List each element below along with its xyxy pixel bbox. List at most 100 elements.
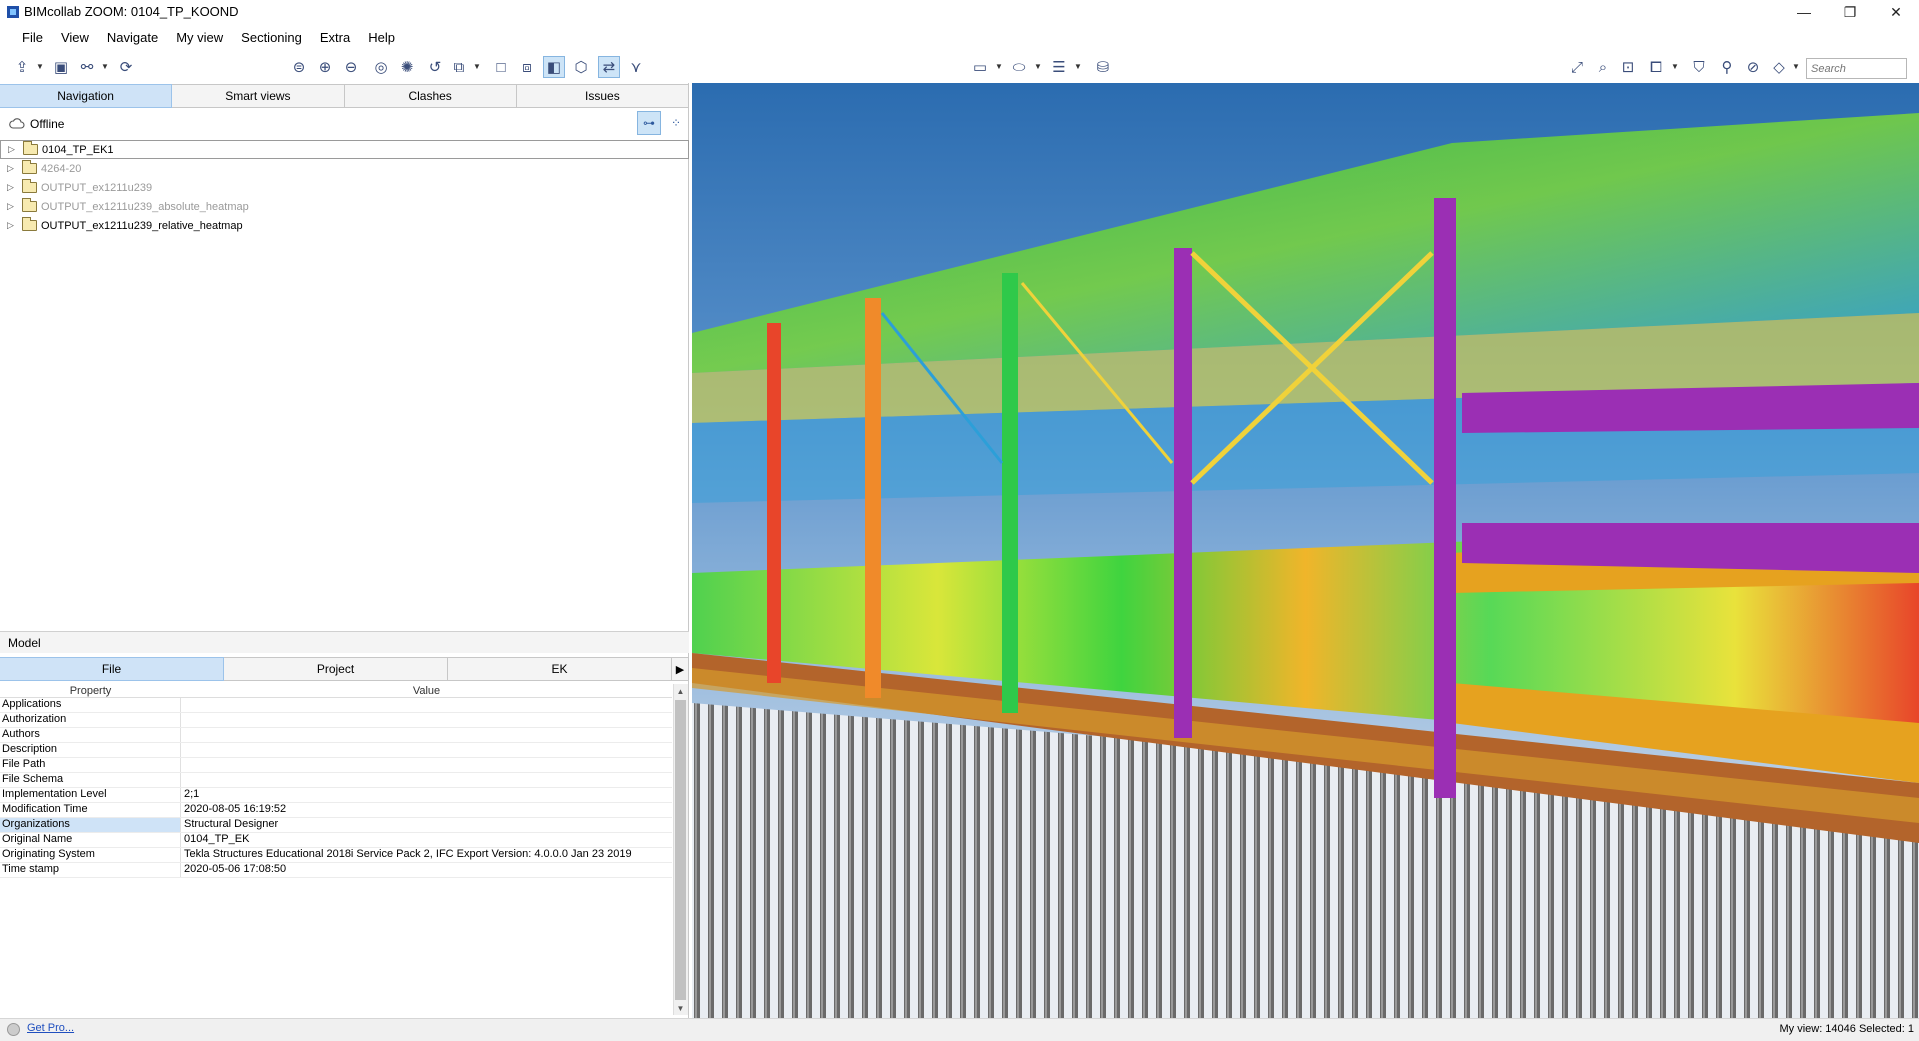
chevron-down-icon[interactable]: ▼ [1671, 62, 1679, 71]
ellipse-icon[interactable]: ⬭ [1008, 56, 1030, 78]
tab-file[interactable]: File [0, 657, 224, 681]
tab-navigation[interactable]: Navigation [0, 84, 173, 108]
table-row[interactable]: Time stamp 2020-05-06 17:08:50 [0, 863, 672, 878]
3d-viewport[interactable] [692, 83, 1919, 1018]
menu-file[interactable]: File [14, 30, 51, 45]
list-view-button[interactable]: ⁘ [664, 111, 688, 135]
sync-icon[interactable]: ⟳ [115, 56, 137, 78]
property-value [181, 698, 672, 712]
expand-icon[interactable]: ▷ [7, 163, 17, 174]
box-select-icon[interactable]: □ [490, 56, 512, 78]
table-row[interactable]: Authorization [0, 713, 672, 728]
minimize-button[interactable]: — [1781, 0, 1827, 24]
property-value: 2;1 [184, 788, 200, 800]
auto-sync-icon[interactable]: ⇄ [598, 56, 620, 78]
table-row[interactable]: Authors [0, 728, 672, 743]
tree-item[interactable]: ▷ 0104_TP_EK1 [0, 140, 689, 159]
window-title: BIMcollab ZOOM: 0104_TP_KOOND [24, 4, 239, 19]
table-row[interactable]: File Path [0, 758, 672, 773]
close-button[interactable]: ✕ [1873, 0, 1919, 24]
tree-view-button[interactable]: ⊶ [637, 111, 661, 135]
bookmark-icon[interactable]: ⛉ [1688, 56, 1710, 78]
property-value: 0104_TP_EK [184, 833, 250, 845]
model-render[interactable] [692, 83, 1919, 1018]
focus-icon[interactable]: ◎ [370, 56, 392, 78]
chevron-down-icon[interactable]: ▼ [36, 62, 44, 71]
view-cube-icon[interactable]: ⧉ [448, 56, 470, 78]
isolate-icon[interactable]: ⧠ [1645, 56, 1667, 78]
scroll-down-icon[interactable]: ▼ [673, 1001, 688, 1015]
zoom-fit-icon[interactable]: ⊜ [288, 56, 310, 78]
tree-item[interactable]: ▷ OUTPUT_ex1211u239 [0, 178, 689, 197]
wireframe-icon[interactable]: ⬡ [570, 56, 592, 78]
sun-icon[interactable]: ✺ [396, 56, 418, 78]
find-icon[interactable]: ⌕ [1592, 56, 1614, 78]
search-input[interactable] [1806, 58, 1907, 79]
column-header-property[interactable]: Property [0, 684, 181, 697]
zoom-out-icon[interactable]: ⊖ [340, 56, 362, 78]
chevron-down-icon[interactable]: ▼ [473, 62, 481, 71]
menu-extra[interactable]: Extra [312, 30, 358, 45]
filter-icon[interactable]: ⋎ [625, 56, 647, 78]
restore-button[interactable]: ❐ [1827, 0, 1873, 24]
hide-icon[interactable]: ⊘ [1742, 56, 1764, 78]
shaded-mode-icon[interactable]: ◧ [543, 56, 565, 78]
menu-sectioning[interactable]: Sectioning [233, 30, 310, 45]
table-row[interactable]: Implementation Level 2;1 [0, 788, 672, 803]
table-row[interactable]: Organizations Structural Designer [0, 818, 672, 833]
save-icon[interactable]: ▣ [50, 56, 72, 78]
property-value [181, 728, 672, 742]
column-header-value[interactable]: Value [181, 684, 672, 697]
property-name: Original Name [0, 833, 181, 847]
property-name: Implementation Level [0, 788, 181, 802]
tab-project[interactable]: Project [224, 657, 448, 681]
tab-smart-views[interactable]: Smart views [172, 84, 345, 108]
chevron-down-icon[interactable]: ▼ [101, 62, 109, 71]
property-name: Applications [0, 698, 181, 712]
next-tab-button[interactable]: ▶ [672, 657, 689, 681]
bim-collab-icon[interactable]: ⛁ [1092, 56, 1114, 78]
menu-help[interactable]: Help [360, 30, 403, 45]
table-row[interactable]: Description [0, 743, 672, 758]
tree-item[interactable]: ▷ OUTPUT_ex1211u239_relative_heatmap [0, 216, 689, 235]
table-row[interactable]: Originating System Tekla Structures Educa… [0, 848, 672, 863]
eraser-icon[interactable]: ◇ [1768, 56, 1790, 78]
tab-clashes[interactable]: Clashes [344, 84, 517, 108]
chevron-down-icon[interactable]: ▼ [1034, 62, 1042, 71]
open-model-icon[interactable]: ⇪ [11, 56, 33, 78]
menu-view[interactable]: View [53, 30, 97, 45]
menu-my-view[interactable]: My view [168, 30, 231, 45]
zoom-in-icon[interactable]: ⊕ [314, 56, 336, 78]
expand-icon[interactable]: ▷ [7, 201, 17, 212]
model-panel-title: Model [0, 631, 689, 653]
layers-icon[interactable]: ☰ [1048, 56, 1070, 78]
scroll-up-icon[interactable]: ▲ [673, 684, 688, 698]
tab-issues[interactable]: Issues [516, 84, 689, 108]
get-pro-link[interactable]: Get Pro... [27, 1022, 74, 1034]
table-row[interactable]: Modification Time 2020-08-05 16:19:52 [0, 803, 672, 818]
property-tabs: File Project EK ▶ [0, 657, 689, 681]
tree-item[interactable]: ▷ OUTPUT_ex1211u239_absolute_heatmap [0, 197, 689, 216]
chevron-down-icon[interactable]: ▼ [995, 62, 1003, 71]
expand-icon[interactable]: ▷ [7, 220, 17, 231]
chevron-down-icon[interactable]: ▼ [1074, 62, 1082, 71]
fullscreen-icon[interactable]: ⤢ [1566, 56, 1588, 78]
tab-ek[interactable]: EK [448, 657, 672, 681]
table-row[interactable]: Applications [0, 698, 672, 713]
menu-navigate[interactable]: Navigate [99, 30, 166, 45]
expand-icon[interactable]: ▷ [7, 182, 17, 193]
expand-icon[interactable]: ▷ [8, 144, 18, 155]
pin-icon[interactable]: ⚲ [1716, 56, 1738, 78]
table-row[interactable]: File Schema [0, 773, 672, 788]
scrollbar-thumb[interactable] [675, 700, 686, 1000]
property-value [181, 743, 672, 757]
chevron-down-icon[interactable]: ▼ [1792, 62, 1800, 71]
property-rows: Applications Authorization Authors Descript… [0, 698, 672, 878]
copy-view-icon[interactable]: ⧈ [516, 56, 538, 78]
zoom-selection-icon[interactable]: ⊡ [1617, 56, 1639, 78]
tree-item[interactable]: ▷ 4264-20 [0, 159, 689, 178]
rotate-icon[interactable]: ↺ [424, 56, 446, 78]
table-row[interactable]: Original Name 0104_TP_EK [0, 833, 672, 848]
link-icon[interactable]: ⚯ [76, 56, 98, 78]
measure-icon[interactable]: ▭ [969, 56, 991, 78]
